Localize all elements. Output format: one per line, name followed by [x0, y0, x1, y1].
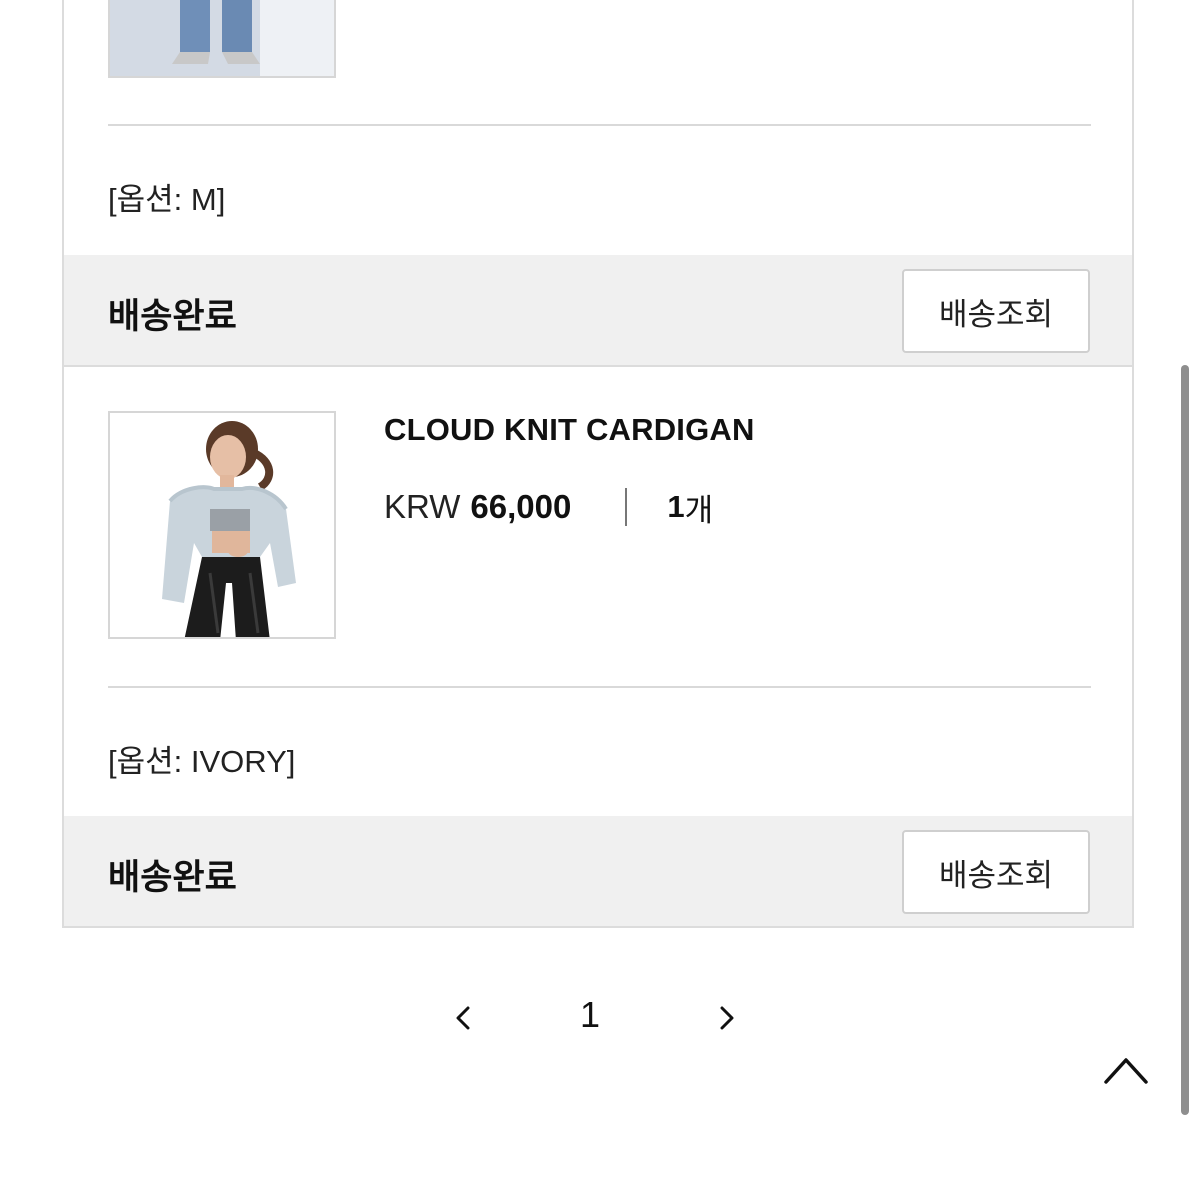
- item-option-2: [옵션: IVORY]: [108, 744, 296, 779]
- scroll-to-top-button[interactable]: [1100, 1050, 1152, 1090]
- item-option-1: [옵션: M]: [108, 182, 226, 217]
- price-quantity-row: KRW 66,000 1 개: [384, 485, 713, 529]
- track-delivery-button-1[interactable]: 배송조회: [902, 269, 1090, 353]
- scrollbar-thumb[interactable]: [1181, 365, 1189, 1115]
- next-page-button[interactable]: [706, 998, 746, 1038]
- pagination: 1: [0, 990, 1200, 1046]
- item-divider-1: [108, 124, 1091, 126]
- price-currency: KRW: [384, 488, 461, 525]
- delivery-status-bar-1: 배송완료 배송조회: [64, 255, 1132, 367]
- track-delivery-button-2[interactable]: 배송조회: [902, 830, 1090, 914]
- product-name[interactable]: CLOUD KNIT CARDIGAN: [384, 412, 755, 448]
- chevron-right-icon: [720, 1006, 734, 1030]
- current-page-number[interactable]: 1: [580, 994, 600, 1036]
- product-image-jeans: [110, 0, 334, 76]
- price-separator: [625, 488, 628, 526]
- item-divider-2: [108, 686, 1091, 688]
- quantity-value: 1: [667, 489, 685, 524]
- product-thumbnail-2[interactable]: [108, 411, 336, 639]
- chevron-left-icon: [456, 1006, 470, 1030]
- order-history-page: [옵션: M] 배송완료 배송조회 CLOUD KNIT CARDIGAN KR…: [0, 0, 1200, 1200]
- prev-page-button[interactable]: [444, 998, 484, 1038]
- chevron-up-icon: [1104, 1058, 1148, 1084]
- order-card: [옵션: M] 배송완료 배송조회 CLOUD KNIT CARDIGAN KR…: [62, 0, 1134, 928]
- product-thumbnail-1[interactable]: [108, 0, 336, 78]
- product-image-cardigan: [110, 413, 334, 637]
- quantity-unit: 개: [684, 492, 714, 528]
- price-amount: 66,000: [470, 488, 572, 525]
- delivery-status-2: 배송완료: [108, 858, 237, 897]
- delivery-status-bar-2: 배송완료 배송조회: [64, 816, 1132, 928]
- delivery-status-1: 배송완료: [108, 297, 237, 336]
